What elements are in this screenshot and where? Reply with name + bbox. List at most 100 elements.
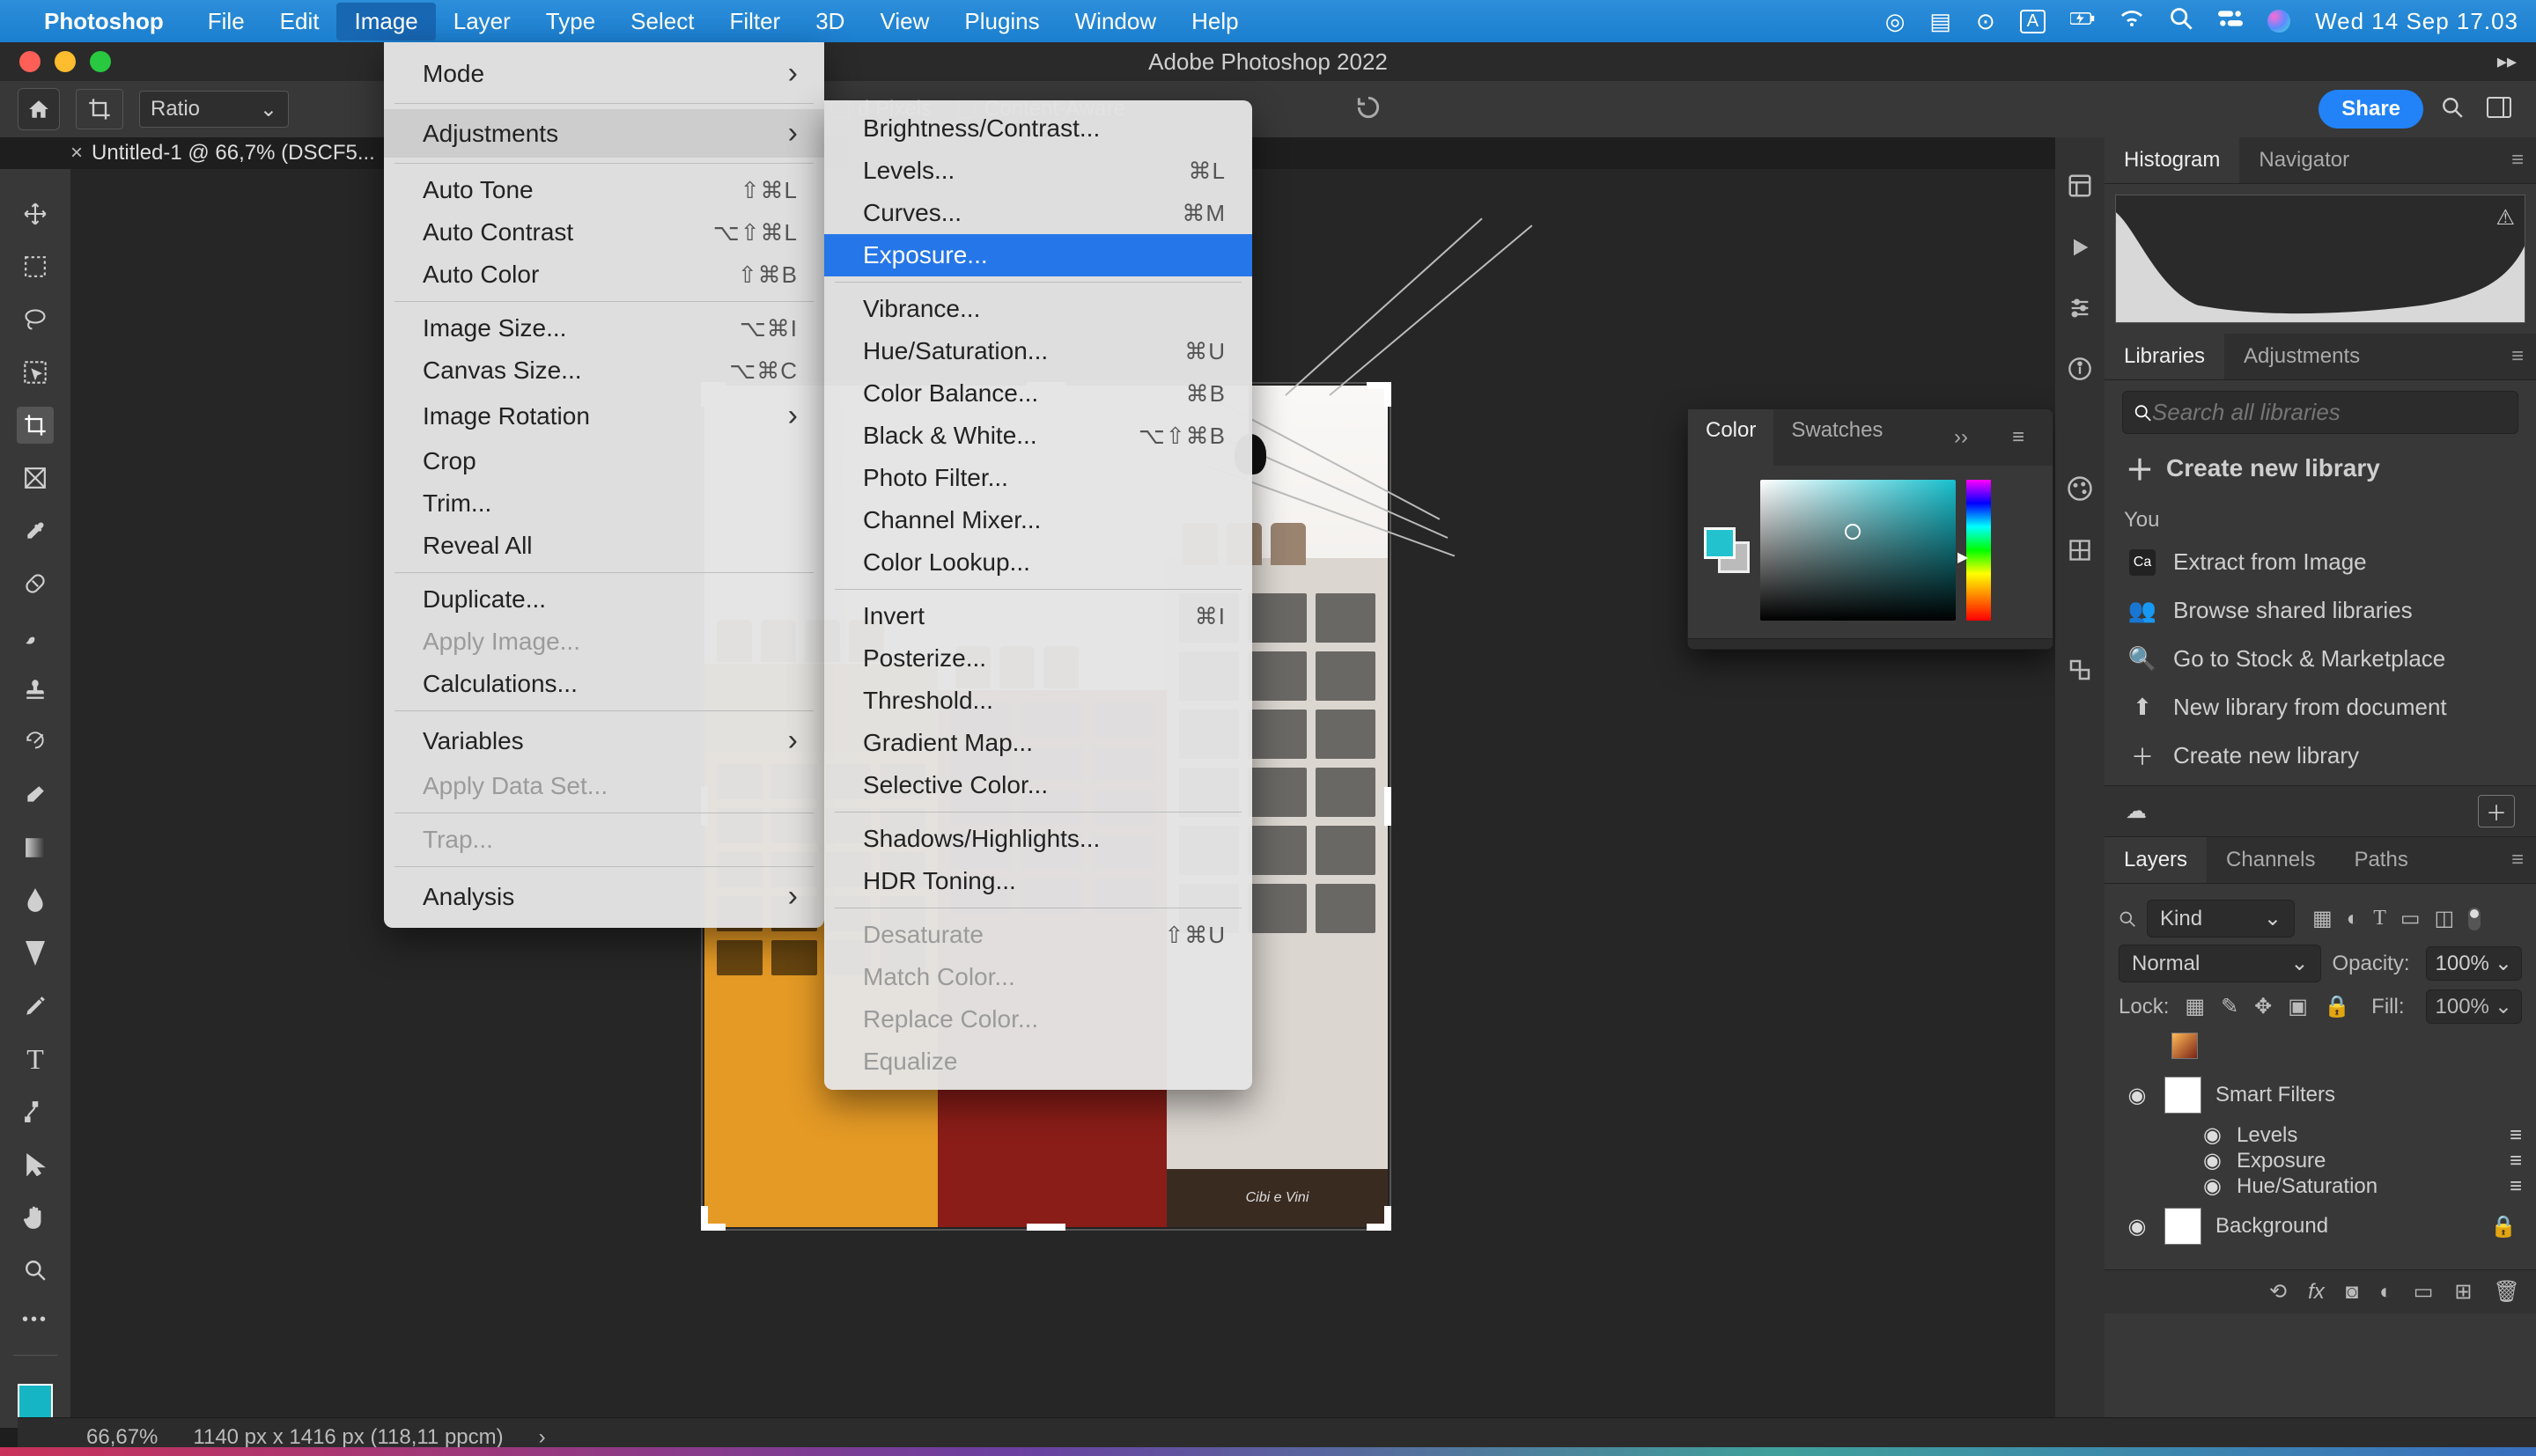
hue-slider[interactable]: ▶ <box>1966 480 1991 621</box>
panel-menu-icon[interactable]: ≡ <box>2499 137 2536 183</box>
play-icon[interactable] <box>2068 235 2092 264</box>
layer-filter-dropdown[interactable]: Kind⌄ <box>2147 900 2295 938</box>
image-menu-dropdown[interactable]: ModeAdjustmentsAuto Tone⇧⌘LAuto Contrast… <box>384 42 824 928</box>
menu-plugins[interactable]: Plugins <box>947 3 1057 40</box>
move-tool-icon[interactable] <box>17 195 54 232</box>
filter-adjust-icon[interactable]: ◐ <box>2347 907 2360 931</box>
input-icon[interactable]: A <box>2020 10 2046 33</box>
panel-menu-icon[interactable]: ≡ <box>2499 334 2536 379</box>
menu-item-calculations[interactable]: Calculations... <box>384 663 824 705</box>
minimize-window-button[interactable] <box>55 51 76 72</box>
titlebar-collapse-icon[interactable]: ▸▸ <box>2497 50 2517 73</box>
menu-item-black-white[interactable]: Black & White...⌥⇧⌘B <box>824 415 1252 457</box>
menu-item-auto-color[interactable]: Auto Color⇧⌘B <box>384 254 824 296</box>
eyedropper-tool-icon[interactable] <box>17 512 54 549</box>
lock-nest-icon[interactable]: ▣ <box>2288 994 2308 1019</box>
menu-item-trim[interactable]: Trim... <box>384 482 824 525</box>
filter-exposure[interactable]: ◉Exposure≡ <box>2119 1148 2522 1173</box>
grid-icon[interactable] <box>2068 538 2092 567</box>
menu-item-threshold[interactable]: Threshold... <box>824 680 1252 722</box>
filter-image-icon[interactable]: ▦ <box>2312 906 2333 931</box>
menu-item-brightness-contrast[interactable]: Brightness/Contrast... <box>824 107 1252 150</box>
menu-edit[interactable]: Edit <box>262 3 337 40</box>
saturation-value-picker[interactable] <box>1760 480 1956 621</box>
adjustments-tab[interactable]: Adjustments <box>2224 334 2379 379</box>
lock-brush-icon[interactable]: ✎ <box>2221 994 2238 1019</box>
visibility-icon[interactable]: ◉ <box>2124 1083 2150 1108</box>
spotlight-icon[interactable] <box>2169 6 2193 37</box>
menu-item-photo-filter[interactable]: Photo Filter... <box>824 457 1252 499</box>
share-button[interactable]: Share <box>2319 90 2423 129</box>
menubar-clock[interactable]: Wed 14 Sep 17.03 <box>2315 8 2518 35</box>
delete-layer-icon[interactable]: 🗑 <box>2494 1279 2520 1305</box>
menu-view[interactable]: View <box>862 3 947 40</box>
histogram-tab[interactable]: Histogram <box>2105 137 2239 183</box>
background-layer[interactable]: ◉ Background 🔒 <box>2119 1199 2522 1254</box>
fill-value[interactable]: 100%⌄ <box>2426 989 2523 1024</box>
crop-tool-indicator[interactable] <box>76 89 123 129</box>
menu-item-variables[interactable]: Variables <box>384 717 824 765</box>
type-tool-icon[interactable]: T <box>17 1041 54 1077</box>
navigator-tab[interactable]: Navigator <box>2239 137 2369 183</box>
pen-tool-icon[interactable] <box>17 988 54 1025</box>
lock-trans-icon[interactable]: ▦ <box>2185 994 2205 1019</box>
lock-move-icon[interactable]: ✥ <box>2254 994 2272 1019</box>
mask-icon[interactable]: ◙ <box>2346 1280 2359 1305</box>
filter-type-icon[interactable]: T <box>2373 907 2386 930</box>
layers-tab[interactable]: Layers <box>2105 837 2207 883</box>
smart-object-indicator[interactable] <box>2119 1024 2522 1068</box>
ratio-dropdown[interactable]: Ratio⌄ <box>139 91 289 128</box>
path-tool-icon[interactable] <box>17 1093 54 1130</box>
menu-layer[interactable]: Layer <box>436 3 528 40</box>
menu-item-color-lookup[interactable]: Color Lookup... <box>824 541 1252 584</box>
create-library-button[interactable]: ＋ Create new library <box>2126 448 2515 489</box>
menu-item-curves[interactable]: Curves...⌘M <box>824 192 1252 234</box>
color-panel[interactable]: Color Swatches ››≡ ▶ <box>1687 408 2053 650</box>
libraries-tab[interactable]: Libraries <box>2105 334 2224 379</box>
adjustments-submenu[interactable]: Brightness/Contrast...Levels...⌘LCurves.… <box>824 100 1252 1090</box>
cc-icon[interactable]: ◎ <box>1885 8 1906 35</box>
menu-item-hue-saturation[interactable]: Hue/Saturation...⌘U <box>824 330 1252 372</box>
zoom-tool-icon[interactable] <box>17 1252 54 1289</box>
menu-item-hdr-toning[interactable]: HDR Toning... <box>824 860 1252 902</box>
home-button[interactable] <box>18 88 60 130</box>
menu-item-vibrance[interactable]: Vibrance... <box>824 288 1252 330</box>
more-tools-icon[interactable]: ••• <box>22 1310 48 1330</box>
lib-browse-shared[interactable]: 👥Browse shared libraries <box>2105 586 2536 635</box>
foreground-background-swatch[interactable] <box>18 1384 53 1419</box>
control-center-icon[interactable] <box>2218 6 2243 37</box>
direct-select-icon[interactable] <box>17 1146 54 1183</box>
macos-menubar[interactable]: Photoshop File Edit Image Layer Type Sel… <box>0 0 2536 42</box>
reset-crop-icon[interactable] <box>1354 93 1382 126</box>
blend-mode-dropdown[interactable]: Normal⌄ <box>2119 945 2321 982</box>
panel-menu-icon[interactable]: ≡ <box>1994 416 2042 459</box>
menu-help[interactable]: Help <box>1174 3 1256 40</box>
menu-item-canvas-size[interactable]: Canvas Size...⌥⌘C <box>384 349 824 392</box>
menu-image[interactable]: Image <box>336 3 435 40</box>
visibility-icon[interactable]: ◉ <box>2203 1148 2224 1173</box>
menu-item-exposure[interactable]: Exposure... <box>824 234 1252 276</box>
menu-select[interactable]: Select <box>613 3 711 40</box>
app-menu[interactable]: Photoshop <box>44 8 164 35</box>
history-brush-icon[interactable] <box>17 724 54 761</box>
filter-settings-icon[interactable]: ≡ <box>2510 1174 2522 1199</box>
link-layers-icon[interactable]: ⟲ <box>2269 1279 2287 1305</box>
play-icon[interactable]: ⊙ <box>1976 8 1995 35</box>
fx-icon[interactable]: fx <box>2308 1280 2325 1305</box>
menu-item-auto-contrast[interactable]: Auto Contrast⌥⇧⌘L <box>384 211 824 254</box>
workspace-icon[interactable] <box>2487 97 2511 122</box>
new-layer-icon[interactable]: ⊞ <box>2454 1279 2472 1305</box>
lasso-tool-icon[interactable] <box>17 301 54 338</box>
adjust-sliders-icon[interactable] <box>2068 296 2092 325</box>
menu-item-reveal-all[interactable]: Reveal All <box>384 525 824 567</box>
wifi-icon[interactable] <box>2119 6 2144 37</box>
gradient-tool-icon[interactable] <box>17 829 54 866</box>
zoom-value[interactable]: 66,67% <box>86 1425 158 1450</box>
menu-type[interactable]: Type <box>528 3 613 40</box>
menu-item-duplicate[interactable]: Duplicate... <box>384 578 824 621</box>
blur-tool-icon[interactable] <box>17 882 54 919</box>
menu-item-color-balance[interactable]: Color Balance...⌘B <box>824 372 1252 415</box>
menu-item-analysis[interactable]: Analysis <box>384 872 824 921</box>
align-icon[interactable] <box>2067 657 2093 688</box>
properties-icon[interactable] <box>2067 173 2093 203</box>
